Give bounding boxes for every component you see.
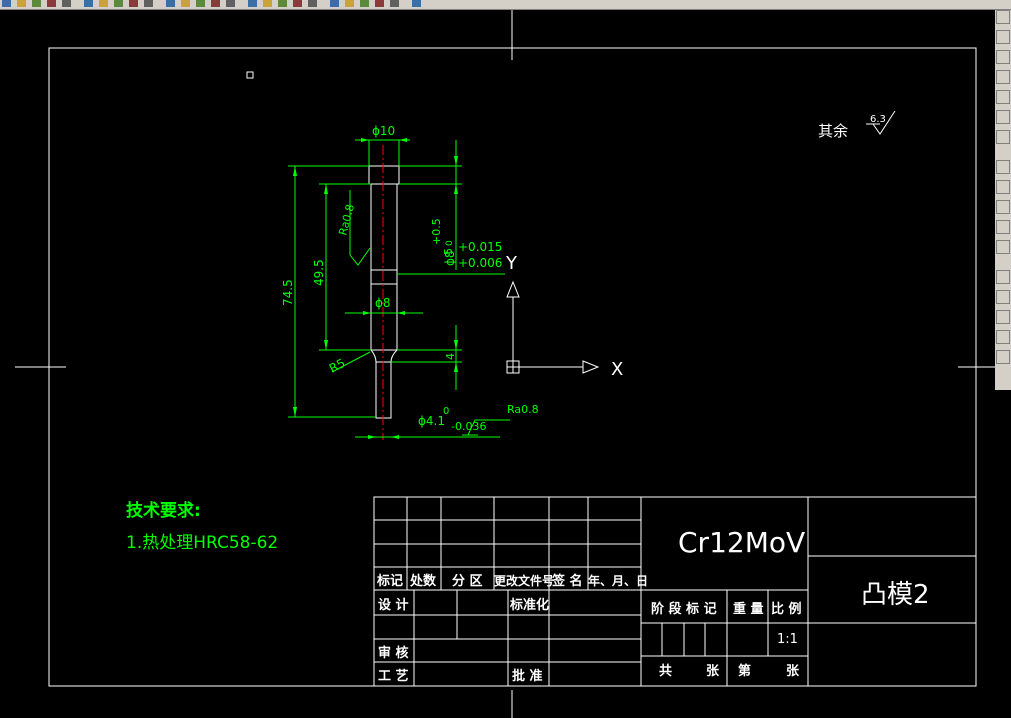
linetype-control-icon[interactable] (390, 0, 399, 7)
rb-button-4[interactable] (996, 70, 1010, 84)
zoom-previous-icon[interactable] (196, 0, 205, 7)
copy-icon[interactable] (84, 0, 93, 7)
right-toolbar (995, 10, 1011, 390)
dimension-lines (288, 139, 510, 438)
rb-button-13[interactable] (996, 270, 1010, 284)
tb-review: 审 核 (378, 645, 409, 661)
cut-icon[interactable] (62, 0, 71, 7)
tb-scale-value: 1:1 (777, 632, 798, 647)
redo-icon[interactable] (129, 0, 138, 7)
rb-button-10[interactable] (996, 200, 1010, 214)
rb-button-8[interactable] (996, 160, 1010, 174)
dim-small-length: 4 (444, 353, 457, 360)
properties-icon[interactable] (211, 0, 220, 7)
tech-requirements-title: 技术要求: (126, 500, 201, 521)
rb-button-11[interactable] (996, 220, 1010, 234)
tb-header-count: 处数 (409, 573, 437, 589)
dim-phi8-tol-lower: +0.006 (458, 256, 502, 270)
tb-design: 设 计 (378, 597, 409, 613)
tb-header-sign: 签 名 (551, 573, 583, 589)
new-icon[interactable] (2, 0, 11, 7)
tb-sheet-no: 第 (738, 663, 751, 679)
tb-header-doc: 更改文件号 (494, 573, 554, 588)
cursor-pickbox (246, 71, 254, 79)
dim-phi8-tol-label: ϕ8 (443, 250, 457, 266)
markup-icon[interactable] (278, 0, 287, 7)
tb-header-date: 年、月、日 (588, 573, 648, 588)
rb-button-7[interactable] (996, 130, 1010, 144)
paste-icon[interactable] (99, 0, 108, 7)
layer-icon[interactable] (330, 0, 339, 7)
layer-prev-icon[interactable] (360, 0, 369, 7)
layer-state-icon[interactable] (345, 0, 354, 7)
tech-requirements-line1: 1.热处理HRC58-62 (126, 533, 278, 553)
surface-note-text: 其余 (818, 122, 848, 140)
pan-icon[interactable] (144, 0, 153, 7)
dim-phi41-tol-upper: 0 (443, 406, 449, 417)
undo-icon[interactable] (114, 0, 123, 7)
dim-phi8-mid: ϕ8 (375, 296, 391, 310)
material-label: Cr12MoV (678, 526, 805, 559)
tb-standardize: 标准化 (509, 597, 549, 613)
zoom-window-icon[interactable] (181, 0, 190, 7)
save-icon[interactable] (32, 0, 41, 7)
dim-top-tol-c: 0 (445, 240, 455, 246)
tb-weight: 重 量 (733, 601, 764, 617)
ucs-y-label: Y (505, 253, 518, 274)
part-name-label: 凸模2 (861, 580, 930, 610)
help-icon[interactable] (308, 0, 317, 7)
rb-button-5[interactable] (996, 90, 1010, 104)
dim-phi10: ϕ10 (372, 124, 395, 138)
rb-button-14[interactable] (996, 290, 1010, 304)
print-icon[interactable] (47, 0, 56, 7)
standard-toolbar (0, 0, 1011, 10)
sheet-set-icon[interactable] (263, 0, 272, 7)
tb-sheet-unit2: 张 (786, 664, 800, 679)
tool-palettes-icon[interactable] (248, 0, 257, 7)
tb-approve: 批 准 (512, 668, 543, 684)
rb-button-3[interactable] (996, 50, 1010, 64)
color-control-icon[interactable] (375, 0, 384, 7)
dim-radius: R5 (327, 356, 348, 376)
tb-ratio: 比 例 (771, 601, 802, 617)
tb-total: 共 (659, 663, 672, 679)
tb-sheets-unit: 张 (706, 664, 720, 679)
rb-button-2[interactable] (996, 30, 1010, 44)
tb-process: 工 艺 (378, 668, 409, 684)
dim-total-length: 74.5 (281, 279, 295, 306)
rb-button-15[interactable] (996, 310, 1010, 324)
zoom-icon[interactable] (166, 0, 175, 7)
calculator-icon[interactable] (293, 0, 302, 7)
ucs-x-label: X (611, 359, 623, 380)
design-center-icon[interactable] (226, 0, 235, 7)
dim-phi41-tol-lower: -0.036 (451, 420, 486, 433)
tb-stage-mark: 阶 段 标 记 (651, 601, 717, 617)
open-icon[interactable] (17, 0, 26, 7)
rb-button-16[interactable] (996, 330, 1010, 344)
dim-body-length: 49.5 (312, 259, 326, 286)
dim-top-tol-a: +0.5 (430, 218, 443, 245)
part-outline (368, 165, 400, 419)
dim-ra-small: Ra0.8 (507, 403, 539, 416)
dim-ra-body: Ra0.8 (336, 203, 357, 237)
rb-button-12[interactable] (996, 240, 1010, 254)
rb-button-9[interactable] (996, 180, 1010, 194)
dim-phi41: ϕ4.1 (418, 414, 445, 428)
dim-phi8-tol-upper: +0.015 (458, 240, 502, 254)
drawing-canvas[interactable]: 其余 6.3 ϕ10 74.5 49.5 Ra0.8 +0.5 5 0 ϕ8 +… (0, 10, 995, 718)
lineweight-control-icon[interactable] (412, 0, 421, 7)
ucs-icon (506, 280, 600, 374)
rb-button-17[interactable] (996, 350, 1010, 364)
tb-header-mark: 标记 (376, 573, 403, 589)
rb-button-1[interactable] (996, 10, 1010, 24)
tb-header-zone: 分 区 (452, 573, 483, 589)
roughness-value: 6.3 (870, 114, 886, 125)
rb-button-6[interactable] (996, 110, 1010, 124)
